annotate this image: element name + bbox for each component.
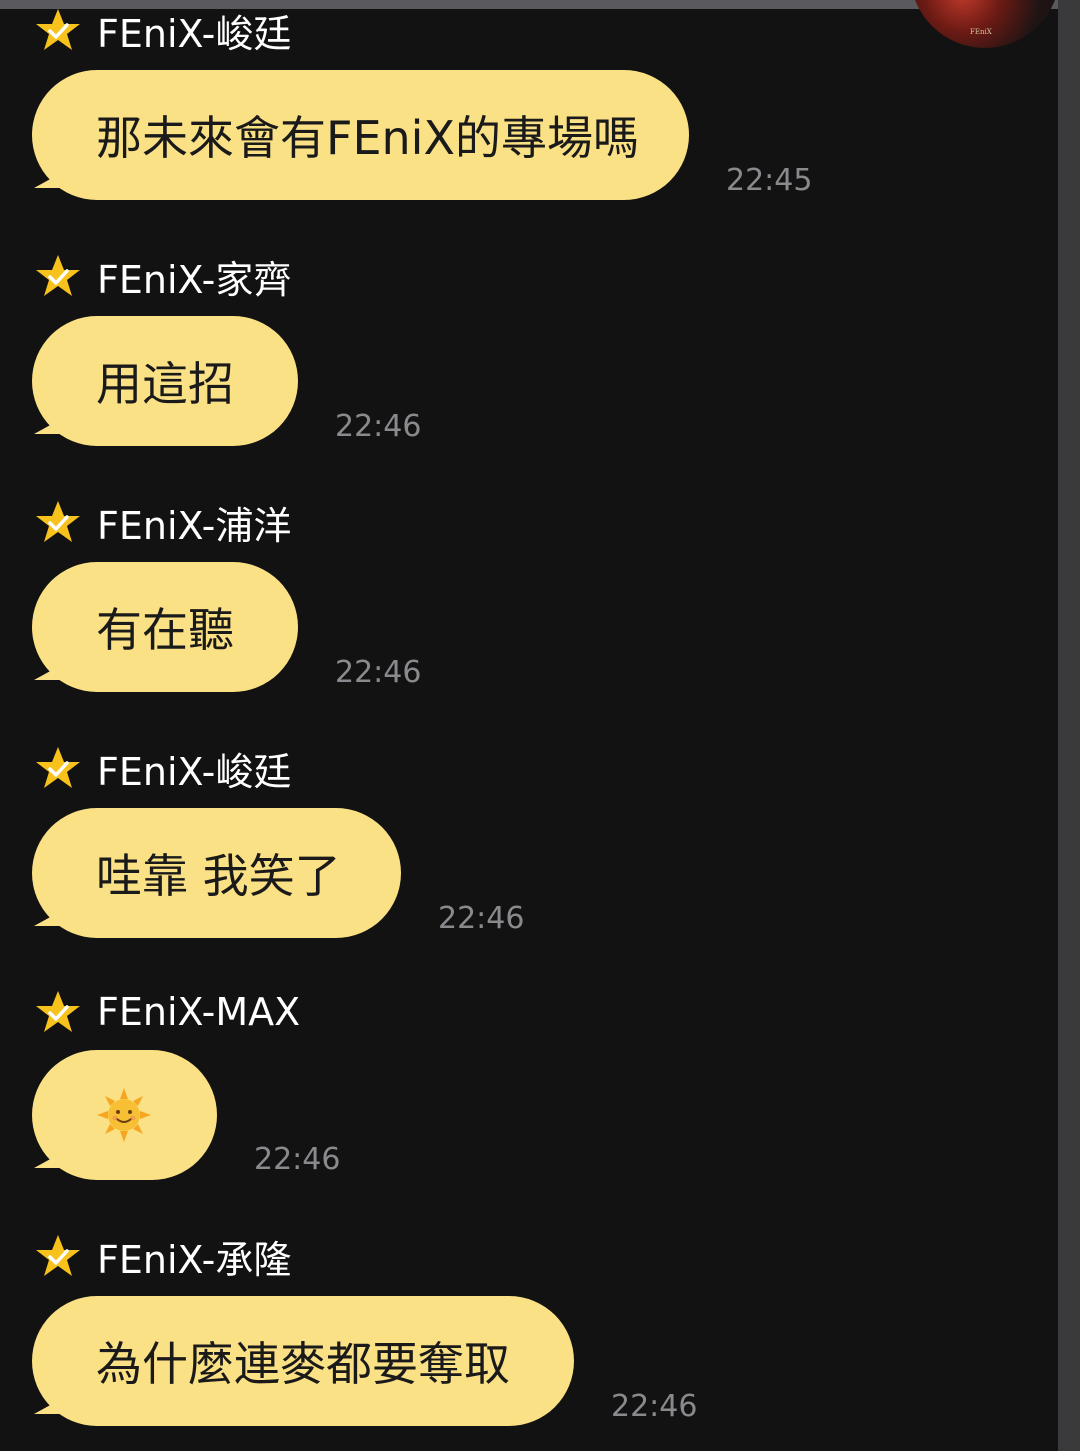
- star-check-icon: [36, 991, 80, 1032]
- bubble-tail: [34, 658, 74, 680]
- message-time: 22:45: [726, 163, 813, 198]
- sender-name: FEniX-承隆: [97, 1237, 292, 1282]
- sender-name: FEniX-峻廷: [97, 749, 292, 794]
- message-text: 為什麼連麥都要奪取: [96, 1337, 510, 1391]
- message-sender[interactable]: FEniX-MAX: [35, 990, 300, 1034]
- star-check-icon: [36, 9, 80, 50]
- star-check-icon: [36, 1235, 80, 1276]
- message-text: 那未來會有FEniX的專場嗎: [96, 111, 639, 165]
- star-check-icon: [36, 501, 80, 542]
- scrollbar[interactable]: [1058, 0, 1080, 1451]
- sender-name: FEniX-浦洋: [97, 503, 292, 548]
- star-check-icon: [36, 255, 80, 296]
- message-bubble[interactable]: 哇靠 我笑了: [32, 808, 401, 938]
- message-sender[interactable]: FEniX-峻廷: [35, 746, 291, 794]
- message-sender[interactable]: FEniX-家齊: [35, 254, 291, 302]
- star-check-icon: [36, 747, 80, 788]
- bubble-tail: [34, 166, 74, 188]
- message-time: 22:46: [254, 1142, 341, 1177]
- message-text: 有在聽: [96, 603, 234, 657]
- sender-name: FEniX-峻廷: [97, 11, 292, 56]
- message-bubble[interactable]: 為什麼連麥都要奪取: [32, 1296, 574, 1426]
- message-bubble[interactable]: 那未來會有FEniX的專場嗎: [32, 70, 689, 200]
- sender-name: FEniX-MAX: [97, 990, 301, 1034]
- message-bubble[interactable]: [32, 1050, 217, 1180]
- sun-emoji-icon: [97, 1088, 151, 1142]
- message-time: 22:46: [611, 1389, 698, 1424]
- bubble-tail: [34, 1146, 74, 1168]
- chat-avatar[interactable]: FEniX: [910, 0, 1060, 48]
- message-text: 用這招: [96, 357, 234, 411]
- message-sender[interactable]: FEniX-承隆: [35, 1234, 291, 1282]
- bubble-tail: [34, 412, 74, 434]
- message-time: 22:46: [438, 901, 525, 936]
- bubble-tail: [34, 1392, 74, 1414]
- message-text: 哇靠 我笑了: [96, 849, 341, 903]
- message-sender[interactable]: FEniX-浦洋: [35, 500, 291, 548]
- bubble-tail: [34, 904, 74, 926]
- message-bubble[interactable]: 用這招: [32, 316, 298, 446]
- message-time: 22:46: [335, 409, 422, 444]
- message-time: 22:46: [335, 655, 422, 690]
- message-sender[interactable]: FEniX-峻廷: [35, 8, 291, 56]
- sender-name: FEniX-家齊: [97, 257, 292, 302]
- message-bubble[interactable]: 有在聽: [32, 562, 298, 692]
